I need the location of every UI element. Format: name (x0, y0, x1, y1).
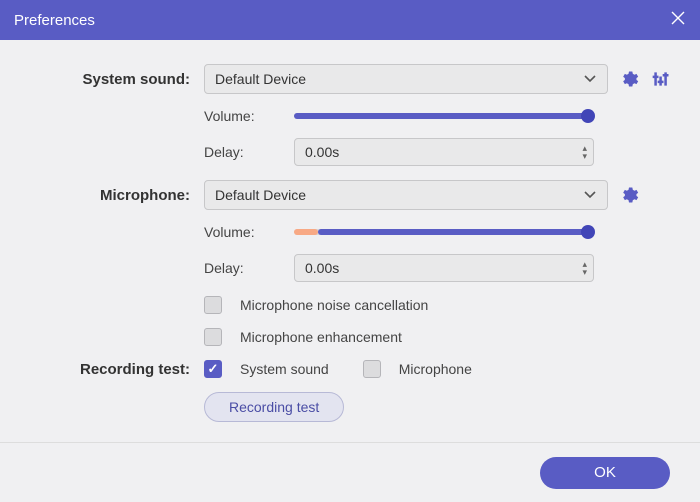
enhancement-checkbox[interactable] (204, 328, 222, 346)
system-sound-label: System sound: (24, 71, 204, 88)
chevron-down-icon (583, 74, 597, 84)
recording-test-microphone-checkbox[interactable] (363, 360, 381, 378)
spinner-arrows-icon[interactable]: ▴▾ (582, 261, 587, 276)
system-sound-device-select[interactable]: Default Device (204, 64, 608, 94)
system-sound-device-value: Default Device (215, 71, 306, 87)
chevron-down-icon (583, 190, 597, 200)
microphone-volume-slider[interactable] (294, 229, 594, 235)
footer: OK (0, 442, 700, 502)
sliders-icon[interactable] (650, 68, 672, 90)
microphone-device-select[interactable]: Default Device (204, 180, 608, 210)
microphone-device-value: Default Device (215, 187, 306, 203)
system-sound-delay-spinner[interactable]: 0.00s ▴▾ (294, 138, 594, 166)
gear-icon[interactable] (618, 68, 640, 90)
recording-test-system-sound-checkbox[interactable] (204, 360, 222, 378)
noise-cancellation-checkbox[interactable] (204, 296, 222, 314)
spinner-arrows-icon[interactable]: ▴▾ (582, 145, 587, 160)
window-title: Preferences (14, 12, 95, 29)
recording-test-label: Recording test: (24, 361, 204, 378)
microphone-delay-value: 0.00s (305, 260, 339, 276)
close-icon[interactable] (670, 10, 686, 31)
recording-test-system-sound-label: System sound (240, 361, 329, 377)
system-sound-delay-value: 0.00s (305, 144, 339, 160)
microphone-delay-spinner[interactable]: 0.00s ▴▾ (294, 254, 594, 282)
ok-button[interactable]: OK (540, 457, 670, 489)
recording-test-button[interactable]: Recording test (204, 392, 344, 422)
microphone-volume-label: Volume: (204, 224, 284, 240)
titlebar: Preferences (0, 0, 700, 40)
noise-cancellation-label: Microphone noise cancellation (240, 297, 428, 313)
microphone-delay-label: Delay: (204, 260, 284, 276)
recording-test-microphone-label: Microphone (399, 361, 472, 377)
gear-icon[interactable] (618, 184, 640, 206)
system-sound-volume-label: Volume: (204, 108, 284, 124)
microphone-label: Microphone: (24, 187, 204, 204)
system-sound-volume-slider[interactable] (294, 113, 594, 119)
enhancement-label: Microphone enhancement (240, 329, 402, 345)
preferences-content: System sound: Default Device Volume: (0, 40, 700, 446)
system-sound-delay-label: Delay: (204, 144, 284, 160)
